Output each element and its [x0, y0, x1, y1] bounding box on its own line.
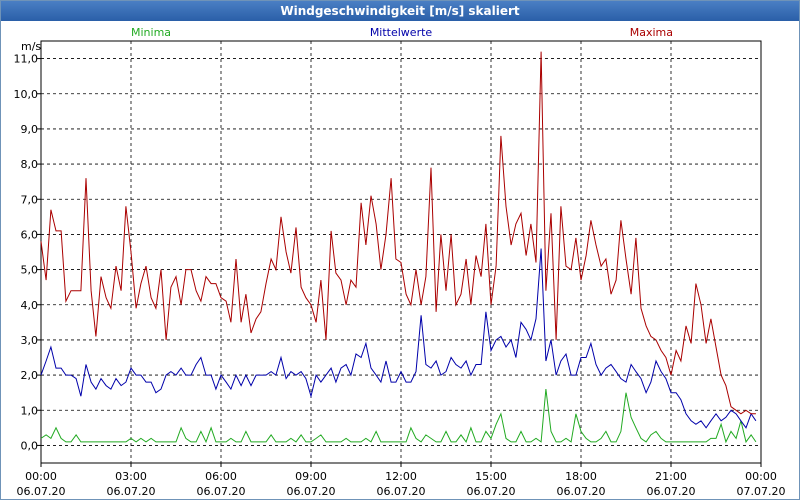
x-tick-label-date: 06.07.20 [647, 485, 696, 498]
x-tick-label-time: 00:00 [25, 470, 57, 483]
y-tick-label: 11,0 [14, 53, 39, 66]
x-tick-label-date: 06.07.20 [377, 485, 426, 498]
legend-minima: Minima [131, 26, 171, 39]
x-tick-label-date: 06.07.20 [107, 485, 156, 498]
y-tick-label: 7,0 [21, 193, 39, 206]
y-tick-label: 4,0 [21, 299, 39, 312]
x-tick-label-date: 06.07.20 [557, 485, 606, 498]
legend-mittelwerte: Mittelwerte [370, 26, 433, 39]
x-tick-label-date: 06.07.20 [287, 485, 336, 498]
x-tick-label-time: 00:00 [745, 470, 777, 483]
x-tick-label-time: 21:00 [655, 470, 687, 483]
chart-window: Windgeschwindigkeit [m/s] skaliert 0,0 1,… [0, 0, 800, 500]
y-tick-label: 2,0 [21, 369, 39, 382]
x-tick-label-time: 03:00 [115, 470, 147, 483]
x-tick-label-time: 12:00 [385, 470, 417, 483]
y-tick-label: 3,0 [21, 334, 39, 347]
y-tick-label: 0,0 [21, 439, 39, 452]
y-tick-label: 9,0 [21, 123, 39, 136]
y-tick-label: 8,0 [21, 158, 39, 171]
x-tick-label-time: 18:00 [565, 470, 597, 483]
legend-maxima: Maxima [630, 26, 673, 39]
y-axis-unit: m/s [21, 40, 41, 53]
x-tick-label-date: 07.07.20 [737, 485, 786, 498]
y-tick-label: 1,0 [21, 404, 39, 417]
x-tick-label-date: 06.07.20 [17, 485, 66, 498]
x-tick-label-time: 06:00 [205, 470, 237, 483]
x-tick-label-date: 06.07.20 [467, 485, 516, 498]
x-tick-label-time: 09:00 [295, 470, 327, 483]
y-tick-label: 6,0 [21, 228, 39, 241]
chart-svg: 0,0 1,0 2,0 3,0 4,0 5,0 6,0 7,0 8,0 9,0 10,0 11,0m/… [14, 26, 786, 498]
y-tick-label: 5,0 [21, 264, 39, 277]
y-tick-label: 10,0 [14, 88, 39, 101]
x-tick-label-date: 06.07.20 [197, 485, 246, 498]
x-tick-label-time: 15:00 [475, 470, 507, 483]
